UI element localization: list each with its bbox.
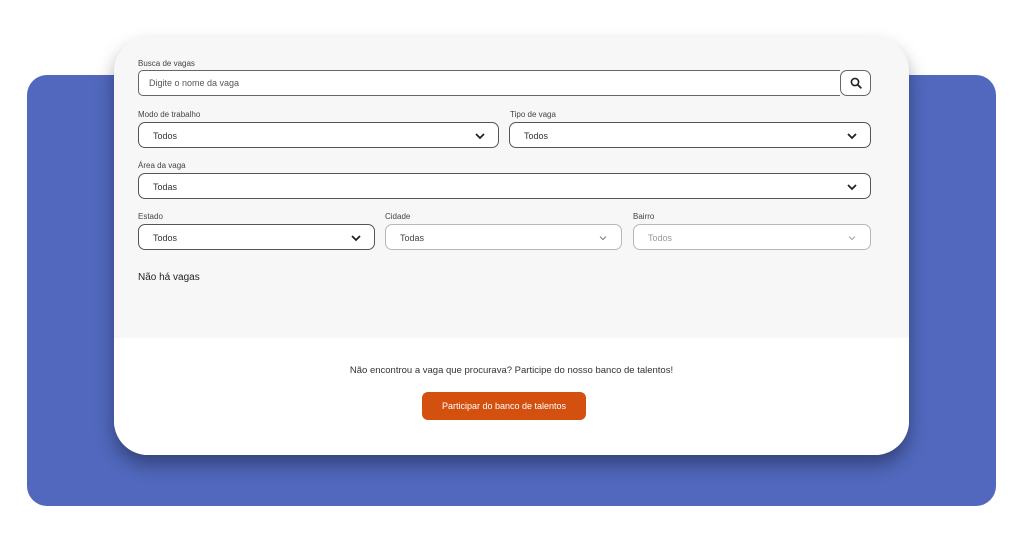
- tipo-vaga-value: Todos: [524, 131, 549, 141]
- chevron-down-icon: [846, 131, 858, 141]
- join-talent-bank-button[interactable]: Participar do banco de talentos: [422, 392, 586, 420]
- bairro-label: Bairro: [633, 212, 655, 221]
- chevron-down-icon: [846, 233, 858, 243]
- cidade-value: Todas: [400, 233, 425, 243]
- estado-label: Estado: [138, 212, 163, 221]
- estado-value: Todos: [153, 233, 178, 243]
- empty-results-message: Não há vagas: [138, 272, 200, 283]
- area-vaga-label: Área da vaga: [138, 161, 186, 170]
- search-button[interactable]: [840, 70, 871, 96]
- chevron-down-icon: [350, 233, 362, 243]
- search-input[interactable]: [139, 71, 840, 95]
- cidade-select[interactable]: Todas: [385, 224, 622, 250]
- job-search-card: Busca de vagas Modo de trabalho Todos Ti…: [114, 37, 909, 455]
- chevron-down-icon: [597, 233, 609, 243]
- cidade-label: Cidade: [385, 212, 411, 221]
- talent-bank-prompt: Não encontrou a vaga que procurava? Part…: [349, 365, 674, 376]
- chevron-down-icon: [474, 131, 486, 141]
- modo-trabalho-label: Modo de trabalho: [138, 110, 201, 119]
- search-input-wrapper: [138, 70, 840, 96]
- chevron-down-icon: [846, 182, 858, 192]
- bairro-select[interactable]: Todos: [633, 224, 871, 250]
- tipo-vaga-select[interactable]: Todos: [509, 122, 871, 148]
- area-vaga-select[interactable]: Todas: [138, 173, 871, 199]
- search-label: Busca de vagas: [138, 59, 195, 68]
- modo-trabalho-select[interactable]: Todos: [138, 122, 499, 148]
- search-icon: [850, 77, 862, 89]
- estado-select[interactable]: Todos: [138, 224, 375, 250]
- area-vaga-value: Todas: [153, 182, 178, 192]
- modo-trabalho-value: Todos: [153, 131, 178, 141]
- tipo-vaga-label: Tipo de vaga: [510, 110, 556, 119]
- bairro-value: Todos: [648, 233, 673, 243]
